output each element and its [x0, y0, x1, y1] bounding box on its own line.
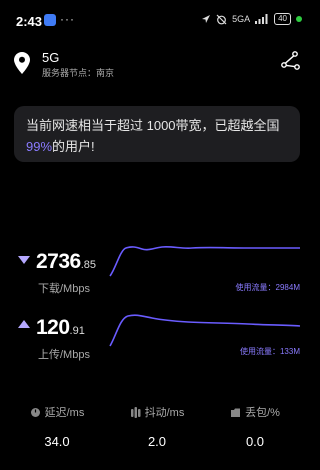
download-speed-int: 2736 — [36, 250, 81, 273]
download-speed: 2736.85 — [36, 250, 96, 274]
battery-icon: 40 — [274, 13, 291, 25]
latency-stat: 延迟/ms 34.0 — [5, 404, 109, 449]
banner-text-prefix: 当前网速相当于超过 1000带宽，已超越全国 — [26, 118, 280, 133]
location-icon — [202, 15, 211, 23]
latency-icon — [30, 407, 40, 417]
upload-line — [109, 314, 301, 347]
upload-chart — [109, 314, 301, 347]
more-notifications-icon: ··· — [60, 12, 75, 26]
location-pin-icon — [14, 52, 30, 74]
download-speed-dec: .85 — [80, 259, 97, 271]
upload-speed: 120.91 — [36, 316, 85, 340]
jitter-label: 抖动/ms — [144, 407, 185, 419]
download-arrow-icon — [18, 256, 30, 264]
server-name: 5G — [42, 50, 60, 65]
loss-value: 0.0 — [245, 434, 265, 449]
jitter-icon — [130, 406, 141, 418]
loss-label: 丢包/% — [245, 407, 280, 419]
packet-loss-icon — [231, 408, 241, 417]
download-usage: 使用流量：2984M — [235, 283, 300, 292]
stats-row: 延迟/ms 34.0 抖动/ms 2.0 丢包/% 0.0 — [0, 404, 314, 454]
alarm-off-icon — [216, 14, 227, 24]
share-icon[interactable] — [280, 50, 302, 72]
server-info[interactable]: 5G 服务器节点：南京 — [12, 46, 302, 82]
result-banner: 当前网速相当于超过 1000带宽，已超越全国 99%的用户! — [14, 106, 300, 162]
status-bar: 2:43 ··· 5GA 40 — [0, 0, 314, 40]
app-notification-icon — [44, 14, 56, 26]
status-time: 2:43 — [16, 14, 43, 29]
latency-value: 34.0 — [44, 434, 70, 449]
loss-stat: 丢包/% 0.0 — [203, 404, 307, 449]
network-type-label: 5GA — [232, 14, 251, 24]
latency-label: 延迟/ms — [44, 407, 85, 419]
upload-speed-int: 120 — [36, 316, 70, 339]
download-line — [109, 245, 300, 277]
upload-usage: 使用流量：133M — [239, 347, 300, 356]
jitter-stat: 抖动/ms 2.0 — [105, 404, 209, 449]
privacy-indicator-dot — [296, 16, 302, 22]
upload-arrow-icon — [18, 320, 30, 328]
status-icons: 5GA 40 — [201, 13, 302, 25]
upload-section: 120.91 上传/Mbps 使用流量：133M — [0, 306, 314, 416]
upload-unit: 上传/Mbps — [38, 349, 90, 361]
banner-percent: 99% — [26, 139, 53, 154]
jitter-value: 2.0 — [147, 434, 167, 449]
banner-text-suffix: 的用户! — [52, 139, 95, 154]
upload-speed-dec: .91 — [69, 325, 85, 337]
signal-icon — [255, 14, 268, 24]
server-node: 服务器节点：南京 — [42, 68, 115, 78]
download-unit: 下载/Mbps — [38, 283, 90, 295]
